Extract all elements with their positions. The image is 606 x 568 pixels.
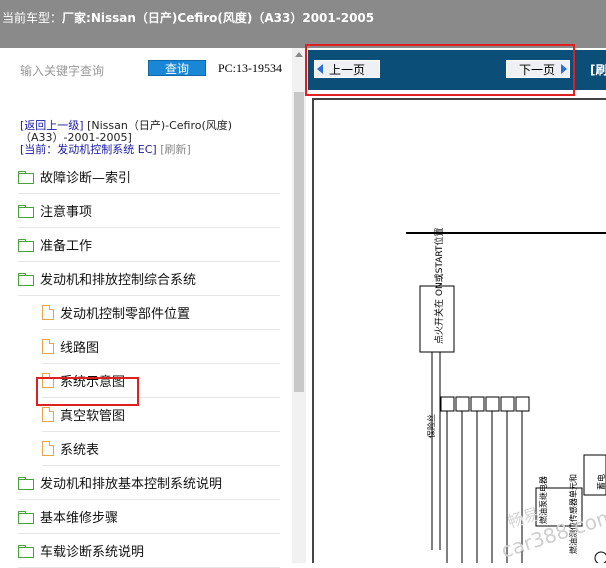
tree-item-selected[interactable]: 线路图 xyxy=(42,330,280,364)
search-row: 输入关键字查询 查询 PC:13-19534 xyxy=(20,60,290,80)
document-icon xyxy=(42,305,54,320)
folder-icon xyxy=(18,510,34,524)
left-panel: 输入关键字查询 查询 PC:13-19534 [返回上一级] [Nissan（日… xyxy=(0,48,292,568)
tree-item[interactable]: 发动机控制零部件位置 xyxy=(42,296,280,330)
wiring-diagram: 点火开关在 ON或START位置 保险丝 燃油泵继电器 燃油测位传感器单元和 蓄… xyxy=(406,228,606,565)
tree-item[interactable]: 发动机和排放控制综合系统 xyxy=(18,262,280,296)
vehicle-title: 当前车型：厂家:Nissan（日产)Cefiro(风度)（A33）2001-20… xyxy=(2,11,375,25)
folder-icon xyxy=(18,476,34,490)
diagram-frame: 点火开关在 ON或START位置 保险丝 燃油泵继电器 燃油测位传感器单元和 蓄… xyxy=(312,98,606,565)
battery-label: 蓄电 xyxy=(596,474,606,490)
tree-item[interactable]: 注意事项 xyxy=(18,194,280,228)
document-icon xyxy=(42,339,54,354)
fuse-label: 保险丝 xyxy=(426,414,436,438)
viewer-panel: 上一页 下一页 [刷新 点火开关在 ON或START位置 保险丝 xyxy=(306,48,606,565)
folder-icon xyxy=(18,238,34,252)
folder-icon xyxy=(18,544,34,558)
tree-item[interactable]: 发动机和排放基本控制系统说明 xyxy=(18,466,280,500)
folder-icon xyxy=(18,170,34,184)
scroll-up-arrow-icon[interactable] xyxy=(295,52,303,57)
viewer-refresh-link[interactable]: [刷新 xyxy=(590,61,606,78)
selection-highlight xyxy=(36,377,139,406)
tree-item[interactable]: 准备工作 xyxy=(18,228,280,262)
top-bar: 当前车型：厂家:Nissan（日产)Cefiro(风度)（A33）2001-20… xyxy=(0,0,606,48)
breadcrumb: [返回上一级] [Nissan（日产)-Cefiro(风度)（A33）-2001… xyxy=(20,120,290,156)
tree-item[interactable]: 故障诊断—索引 xyxy=(18,160,280,194)
pc-code: PC:13-19534 xyxy=(218,61,283,75)
nav-highlight-box xyxy=(305,44,575,96)
ignition-label: 点火开关在 ON或START位置 xyxy=(433,228,445,344)
document-icon xyxy=(42,441,54,456)
search-input[interactable]: 输入关键字查询 xyxy=(20,62,104,79)
refresh-link[interactable]: [刷新] xyxy=(160,143,191,156)
tree-item[interactable]: 系统表 xyxy=(42,432,280,466)
folder-open-icon xyxy=(18,272,34,286)
tree-scrollbar[interactable] xyxy=(292,48,306,563)
folder-icon xyxy=(18,204,34,218)
document-icon xyxy=(42,407,54,422)
current-location: [当前：发动机控制系统 EC] xyxy=(20,143,157,156)
scroll-thumb[interactable] xyxy=(294,92,304,392)
tree-item[interactable]: 基本维修步骤 xyxy=(18,500,280,534)
query-button[interactable]: 查询 xyxy=(148,60,206,76)
